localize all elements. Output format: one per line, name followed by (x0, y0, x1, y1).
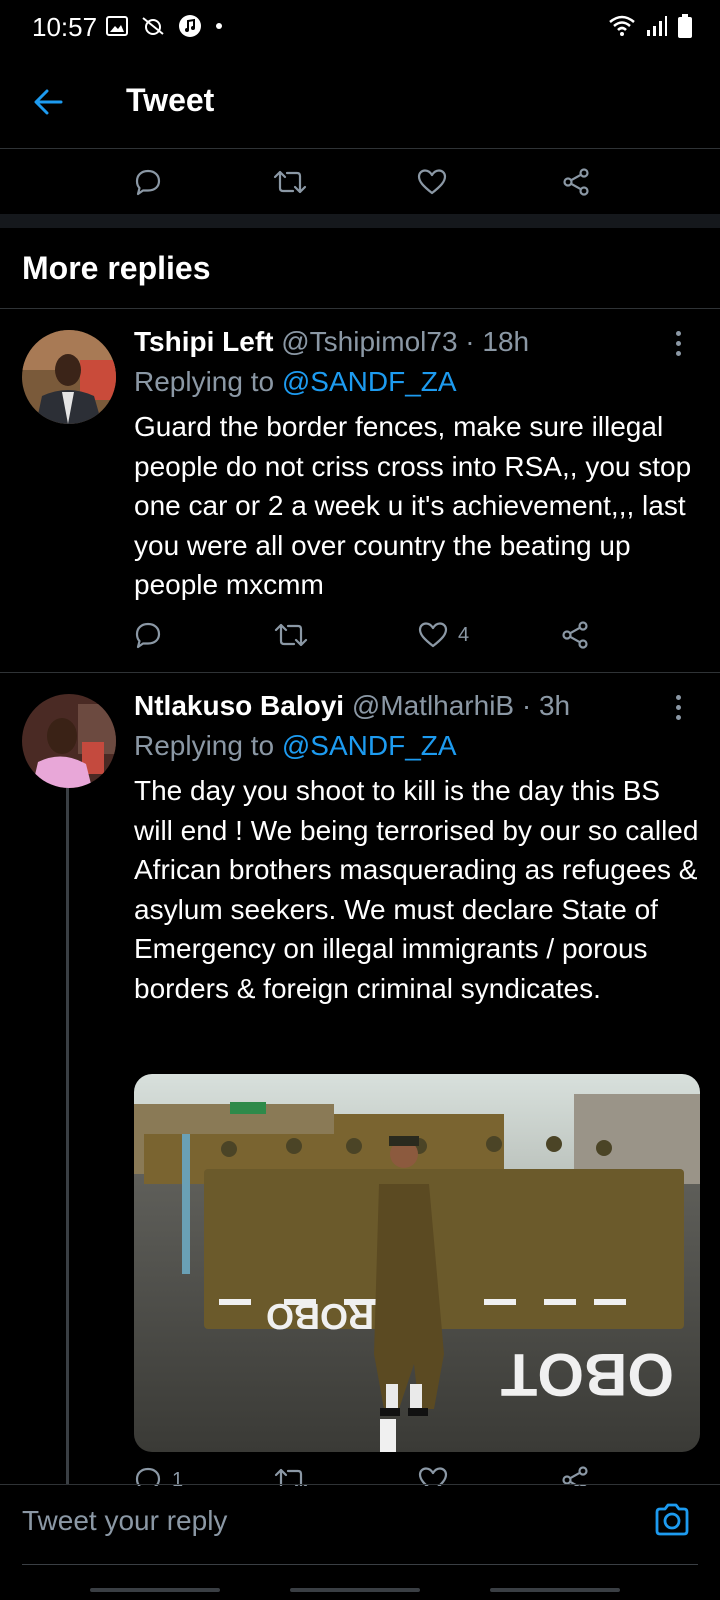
notification-muted-icon (142, 17, 164, 35)
retweet-icon (274, 623, 308, 647)
nav-bar-segment (490, 1588, 620, 1592)
avatar[interactable] (22, 694, 116, 788)
page-title: Tweet (126, 82, 215, 118)
road-text-near: OBOT (501, 1341, 674, 1408)
music-icon (179, 15, 201, 37)
divider (0, 308, 720, 309)
like-button[interactable] (412, 162, 452, 202)
wifi-icon (609, 15, 635, 36)
signal-icon (647, 16, 667, 36)
replying-to-handle[interactable]: @SANDF_ZA (282, 730, 457, 761)
author-name[interactable]: Ntlakuso Baloyi (134, 690, 344, 721)
back-button[interactable] (26, 82, 70, 122)
reply-composer (0, 1486, 720, 1600)
reply-button[interactable] (134, 615, 162, 655)
reply-input[interactable] (22, 1496, 622, 1546)
avatar[interactable] (22, 330, 116, 424)
share-button[interactable] (556, 162, 596, 202)
gallery-icon (106, 16, 128, 36)
more-options-button[interactable] (666, 692, 690, 722)
divider (0, 1484, 720, 1485)
more-options-button[interactable] (666, 328, 690, 358)
status-time: 10:57 (32, 12, 98, 42)
status-bar: 10:57 (0, 0, 720, 56)
reply-tweet: Tshipi Left @Tshipimol73 · 18h Replying … (0, 310, 720, 670)
top-app-bar: Tweet (0, 70, 720, 134)
divider (0, 148, 720, 149)
more-vertical-icon (675, 330, 681, 336)
heart-icon (418, 622, 448, 648)
camera-icon (655, 1503, 689, 1536)
arrow-left-icon (34, 89, 63, 115)
dot-icon (216, 23, 222, 29)
retweet-button[interactable] (270, 162, 310, 202)
more-replies-heading: More replies (22, 250, 211, 286)
camera-button[interactable] (652, 1500, 692, 1540)
replying-to: Replying to @SANDF_ZA (134, 730, 457, 761)
more-vertical-icon (675, 694, 681, 700)
author-handle-time: @Tshipimol73 · 18h (281, 326, 530, 357)
share-button[interactable] (560, 615, 590, 655)
tweet-text: The day you shoot to kill is the day thi… (134, 775, 699, 1004)
author-name[interactable]: Tshipi Left (134, 326, 273, 357)
like-button[interactable]: 4 (418, 615, 469, 655)
like-count: 4 (458, 623, 470, 646)
share-icon (563, 168, 589, 196)
reply-icon (135, 169, 161, 196)
composer-underline (22, 1564, 698, 1565)
author-handle-time: @MatlharhiB · 3h (351, 690, 571, 721)
reply-icon (135, 622, 161, 649)
nav-bar-segment (290, 1588, 420, 1592)
tweet-image[interactable]: ROBO OBOT (134, 1074, 700, 1452)
divider (0, 672, 720, 673)
heart-icon (417, 169, 447, 195)
reply-button[interactable] (128, 162, 168, 202)
retweet-button[interactable] (274, 615, 308, 655)
share-icon (562, 621, 588, 649)
tweet-text: Guard the border fences, make sure illeg… (134, 411, 692, 600)
retweet-icon (273, 170, 307, 194)
nav-bar-segment (90, 1588, 220, 1592)
road-text-far: ROBO (266, 1296, 374, 1337)
replying-to-handle[interactable]: @SANDF_ZA (282, 366, 457, 397)
section-separator (0, 214, 720, 228)
tweet-actions: 4 (134, 615, 614, 655)
main-tweet-actions (0, 152, 720, 212)
replying-to: Replying to @SANDF_ZA (134, 366, 457, 397)
battery-icon (678, 14, 692, 38)
